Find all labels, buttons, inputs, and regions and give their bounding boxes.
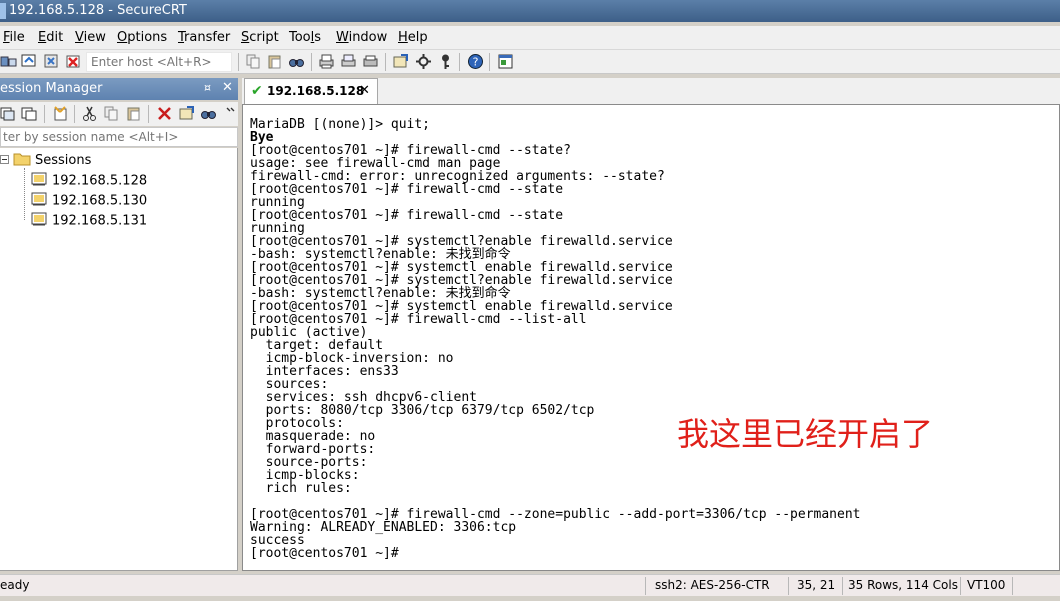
session-manager-title: ession Manager xyxy=(0,81,103,96)
app-icon xyxy=(0,3,6,19)
menu-file[interactable]: File xyxy=(3,30,25,45)
tab-session[interactable]: ✔ 192.168.5.128 ✕ xyxy=(244,78,378,104)
tree-folder-label: Sessions xyxy=(35,153,92,168)
session-icon xyxy=(30,211,48,231)
tab-label: 192.168.5.128 xyxy=(267,84,365,98)
toolbar-separator xyxy=(44,105,45,123)
session-manager-header: ession Manager ¤ ✕ xyxy=(0,78,238,100)
paste-session-icon[interactable] xyxy=(125,105,142,122)
window-title: 192.168.5.128 - SecureCRT xyxy=(9,3,187,18)
toolbar-separator xyxy=(489,53,490,71)
tree-session-item[interactable]: 192.168.5.128 xyxy=(30,171,147,191)
session-label: 192.168.5.131 xyxy=(52,213,148,229)
annotation-text: 我这里已经开启了 xyxy=(677,415,934,453)
session-icon xyxy=(30,191,48,211)
connect-tab-icon[interactable] xyxy=(21,105,38,122)
toolbar-separator xyxy=(148,105,149,123)
terminal-line: rich rules: xyxy=(250,481,352,496)
session-label: 192.168.5.128 xyxy=(52,173,148,189)
collapse-icon[interactable] xyxy=(0,153,9,168)
properties-icon[interactable] xyxy=(178,105,195,122)
quick-connect-icon[interactable] xyxy=(21,53,38,70)
menu-script[interactable]: Script xyxy=(241,30,279,45)
terminal-line: [root@centos701 ~]# firewall-cmd --state xyxy=(250,182,564,197)
pin-icon[interactable]: ¤ xyxy=(204,81,211,94)
cut-icon[interactable] xyxy=(81,105,98,122)
status-divider xyxy=(788,577,789,595)
toolbar-separator xyxy=(385,53,386,71)
status-divider xyxy=(645,577,646,595)
find-session-icon[interactable] xyxy=(200,105,217,122)
paste-icon[interactable] xyxy=(266,53,283,70)
delete-icon[interactable] xyxy=(156,105,173,122)
help-icon[interactable]: ? xyxy=(467,53,484,70)
status-divider xyxy=(960,577,961,595)
tab-bar: ✔ 192.168.5.128 ✕ xyxy=(242,78,1060,104)
menu-tools[interactable]: Tools xyxy=(289,30,321,45)
key-icon[interactable] xyxy=(437,53,454,70)
main-toolbar: ? xyxy=(0,50,1060,74)
copy-session-icon[interactable] xyxy=(103,105,120,122)
status-ready: eady xyxy=(0,578,30,592)
more-icon[interactable] xyxy=(224,105,236,122)
printer-icon[interactable] xyxy=(362,53,379,70)
terminal-line: MariaDB [(none)]> quit; xyxy=(250,117,431,132)
session-manager-toolbar xyxy=(0,102,238,126)
toolbar-separator xyxy=(238,53,239,71)
title-bar: 192.168.5.128 - SecureCRT xyxy=(0,0,1060,22)
copy-icon[interactable] xyxy=(245,53,262,70)
terminal-output: MariaDB [(none)]> quit; Bye [root@centos70… xyxy=(250,118,860,560)
status-emulation: VT100 xyxy=(967,578,1006,592)
status-size: 35 Rows, 114 Cols xyxy=(848,578,958,592)
terminal-line: [root@centos701 ~]# firewall-cmd --state xyxy=(250,208,564,223)
connect-icon[interactable] xyxy=(0,53,17,70)
status-cipher: ssh2: AES-256-CTR xyxy=(655,578,770,592)
session-tree: Sessions 192.168.5.128 192.168.5.130 192… xyxy=(0,148,238,571)
settings-icon[interactable] xyxy=(415,53,432,70)
terminal-line: Warning: ALREADY_ENABLED: 3306:tcp xyxy=(250,520,517,535)
status-divider xyxy=(842,577,843,595)
menu-edit[interactable]: Edit xyxy=(38,30,63,45)
session-options-icon[interactable] xyxy=(392,53,409,70)
session-filter-input[interactable] xyxy=(0,127,238,147)
toolbar-separator xyxy=(74,105,75,123)
session-icon xyxy=(30,171,48,191)
status-cursor: 35, 21 xyxy=(797,578,836,592)
tree-folder-sessions[interactable]: Sessions xyxy=(0,151,91,170)
reconnect-icon[interactable] xyxy=(43,53,60,70)
menu-view[interactable]: View xyxy=(75,30,106,45)
window-icon[interactable] xyxy=(497,53,514,70)
find-icon[interactable] xyxy=(288,53,305,70)
status-bar: eady ssh2: AES-256-CTR 35, 21 35 Rows, 1… xyxy=(0,574,1060,596)
new-session-icon[interactable] xyxy=(52,105,69,122)
menu-window[interactable]: Window xyxy=(336,30,387,45)
host-input[interactable] xyxy=(86,52,232,72)
tree-session-item[interactable]: 192.168.5.131 xyxy=(30,211,147,231)
connect-session-icon[interactable] xyxy=(0,105,17,122)
print-screen-icon[interactable] xyxy=(340,53,357,70)
menu-bar: File Edit View Options Transfer Script T… xyxy=(0,26,1060,50)
terminal-line: [root@centos701 ~]# xyxy=(250,546,407,561)
disconnect-icon[interactable] xyxy=(65,53,82,70)
connected-check-icon: ✔ xyxy=(251,83,263,99)
menu-help[interactable]: Help xyxy=(398,30,428,45)
svg-text:?: ? xyxy=(473,56,479,69)
tree-connector xyxy=(24,168,25,220)
tree-session-item[interactable]: 192.168.5.130 xyxy=(30,191,147,211)
terminal-view[interactable]: MariaDB [(none)]> quit; Bye [root@centos70… xyxy=(242,104,1060,571)
menu-transfer[interactable]: Transfer xyxy=(178,30,230,45)
status-divider xyxy=(1012,577,1013,595)
toolbar-separator xyxy=(459,53,460,71)
terminal-line: interfaces: ens33 xyxy=(250,364,399,379)
menu-options[interactable]: Options xyxy=(117,30,167,45)
print-icon[interactable] xyxy=(318,53,335,70)
tab-close-icon[interactable]: ✕ xyxy=(359,83,370,98)
folder-icon xyxy=(13,151,31,170)
toolbar-separator xyxy=(311,53,312,71)
session-label: 192.168.5.130 xyxy=(52,193,148,209)
close-panel-icon[interactable]: ✕ xyxy=(222,80,233,95)
